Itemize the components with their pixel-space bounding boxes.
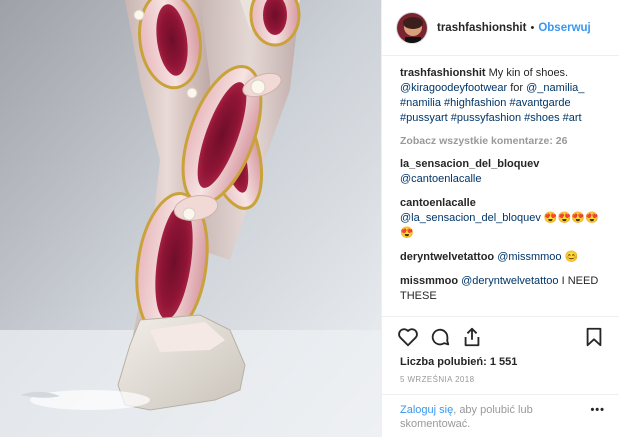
likes-count[interactable]: Liczba polubień: 1 551	[382, 356, 619, 372]
post-header: trashfashionshit • Obserwuj	[382, 0, 619, 56]
comments-section: trashfashionshit My kin of shoes. @kirag…	[382, 56, 619, 316]
comment-item: deryntwelvetattoo @missmmoo 😊	[400, 250, 605, 265]
action-bar	[382, 316, 619, 356]
header-separator: •	[530, 21, 535, 34]
comment-username[interactable]: la_sensacion_del_bloquev	[400, 158, 539, 170]
comment-text: 😊	[564, 251, 579, 263]
comment-username[interactable]: cantoenlacalle	[400, 197, 476, 209]
more-options-icon[interactable]: •••	[590, 403, 605, 431]
comment-mention[interactable]: @missmmoo	[497, 251, 561, 263]
comment-mention[interactable]: @deryntwelvetattoo	[461, 275, 558, 287]
login-prompt: Zaloguj się, aby polubić lub skomentować…	[382, 394, 619, 437]
post-username[interactable]: trashfashionshit	[437, 22, 526, 34]
caption-hashtags[interactable]: #namilia #highfashion #avantgarde #pussy…	[400, 97, 582, 124]
caption-for: for	[510, 82, 524, 94]
comment-item: missmmoo @deryntwelvetattoo I NEED THESE	[400, 274, 605, 304]
comment-mention[interactable]: @cantoenlacalle	[400, 173, 482, 185]
avatar[interactable]	[396, 11, 428, 44]
caption-mention-1[interactable]: @kiragoodeyfootwear	[400, 82, 507, 94]
follow-button[interactable]: Obserwuj	[538, 22, 590, 34]
post-date: 5 WRZEŚNIA 2018	[400, 375, 475, 384]
comment-mention[interactable]: @la_sensacion_del_bloquev	[400, 212, 541, 224]
comment-icon[interactable]	[429, 326, 451, 348]
view-all-comments-link[interactable]: Zobacz wszystkie komentarze: 26	[400, 134, 605, 149]
share-icon[interactable]	[461, 326, 483, 348]
comment-username[interactable]: deryntwelvetattoo	[400, 251, 494, 263]
caption-mention-2[interactable]: @_namilia_	[526, 82, 584, 94]
comment-item: la_sensacion_del_bloquev @cantoenlacalle	[400, 157, 605, 187]
shoe-photo	[0, 0, 381, 437]
instagram-post: trashfashionshit • Obserwuj trashfashion…	[0, 0, 619, 437]
comment-item: cantoenlacalle @la_sensacion_del_bloquev…	[400, 196, 605, 241]
login-text: Zaloguj się, aby polubić lub skomentować…	[400, 403, 584, 431]
caption-username[interactable]: trashfashionshit	[400, 67, 486, 79]
comment-username[interactable]: missmmoo	[400, 275, 458, 287]
bookmark-icon[interactable]	[583, 326, 605, 348]
heart-icon[interactable]	[397, 326, 419, 348]
post-image[interactable]	[0, 0, 381, 437]
post-sidebar: trashfashionshit • Obserwuj trashfashion…	[381, 0, 619, 437]
post-caption: trashfashionshit My kin of shoes. @kirag…	[400, 66, 605, 126]
login-link[interactable]: Zaloguj się	[400, 404, 453, 416]
caption-text: My kin of shoes.	[488, 67, 569, 79]
